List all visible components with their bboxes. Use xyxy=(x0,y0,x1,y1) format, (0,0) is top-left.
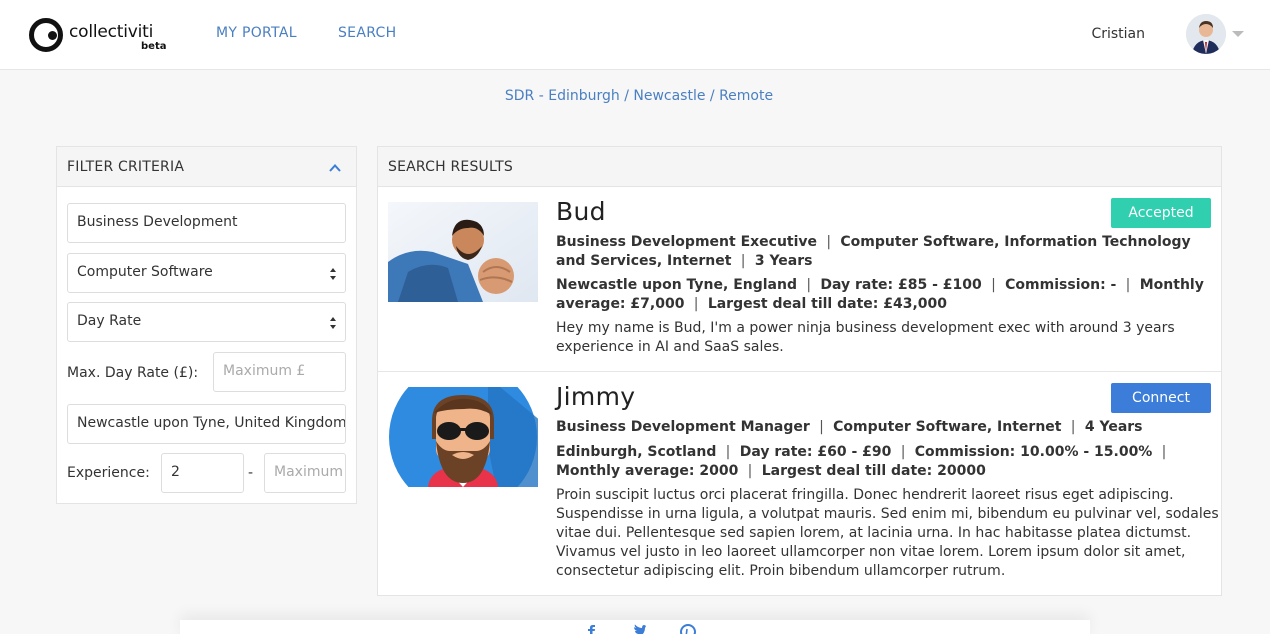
candidate-industries: Computer Software, Internet xyxy=(833,419,1062,435)
job-breadcrumb[interactable]: SDR - Edinburgh / Newcastle / Remote xyxy=(0,88,1270,104)
select-arrows-icon xyxy=(330,268,336,280)
pinterest-icon[interactable] xyxy=(680,624,696,634)
candidate-role-line: Business Development Executive | Compute… xyxy=(556,234,1191,269)
result-card: Jimmy Connect Business Development Manag… xyxy=(378,372,1221,596)
filter-panel-header[interactable]: FILTER CRITERIA xyxy=(57,147,356,187)
candidate-photo[interactable] xyxy=(388,202,538,302)
top-navbar: collectiviti beta MY PORTAL SEARCH Crist… xyxy=(0,0,1270,70)
keyword-input[interactable]: Business Development xyxy=(67,203,346,243)
rate-type-value: Day Rate xyxy=(77,313,142,329)
filter-panel: FILTER CRITERIA Business Development Com… xyxy=(56,146,357,504)
candidate-name[interactable]: Jimmy xyxy=(556,382,635,411)
facebook-icon[interactable] xyxy=(584,624,600,634)
user-name[interactable]: Cristian xyxy=(1091,26,1145,42)
chevron-up-icon[interactable] xyxy=(328,161,342,175)
filter-panel-title: FILTER CRITERIA xyxy=(67,159,185,175)
candidate-details-line: Newcastle upon Tyne, England | Day rate:… xyxy=(556,277,1204,312)
experience-min-input[interactable]: 2 xyxy=(161,453,244,493)
candidate-years: 3 Years xyxy=(754,253,813,269)
candidate-day-rate: Day rate: £85 - £100 xyxy=(820,277,982,293)
nav-search[interactable]: SEARCH xyxy=(338,25,396,41)
location-input[interactable]: Newcastle upon Tyne, United Kingdom xyxy=(67,404,346,444)
candidate-name[interactable]: Bud xyxy=(556,197,606,226)
candidate-commission: Commission: - xyxy=(1005,277,1117,293)
candidate-description: Proin suscipit luctus orci placerat frin… xyxy=(556,487,1219,579)
industry-value: Computer Software xyxy=(77,264,213,280)
experience-separator: - xyxy=(248,465,254,481)
candidate-years: 4 Years xyxy=(1084,419,1143,435)
candidate-title: Business Development Manager xyxy=(556,419,810,435)
experience-label: Experience: xyxy=(67,465,150,481)
experience-min-value: 2 xyxy=(171,464,180,480)
candidate-largest-deal: Largest deal till date: 20000 xyxy=(761,463,986,479)
logo-text: collectiviti xyxy=(69,22,154,42)
search-results-header: SEARCH RESULTS xyxy=(378,147,1221,187)
candidate-day-rate: Day rate: £60 - £90 xyxy=(739,444,892,460)
select-arrows-icon xyxy=(330,317,336,329)
keyword-value: Business Development xyxy=(77,214,238,230)
candidate-photo[interactable] xyxy=(388,387,538,487)
logo-dot-icon xyxy=(48,31,57,40)
experience-max-placeholder: Maximum xyxy=(274,464,343,480)
max-day-rate-placeholder: Maximum £ xyxy=(223,363,306,379)
candidate-largest-deal: Largest deal till date: £43,000 xyxy=(707,296,947,312)
industry-select[interactable]: Computer Software xyxy=(67,253,346,293)
result-card: Bud Accepted Business Development Execut… xyxy=(378,187,1221,372)
candidate-description: Hey my name is Bud, I'm a power ninja bu… xyxy=(556,320,1175,355)
candidate-commission: Commission: 10.00% - 15.00% xyxy=(914,444,1153,460)
max-day-rate-input[interactable]: Maximum £ xyxy=(213,352,346,392)
candidate-location: Newcastle upon Tyne, England xyxy=(556,277,797,293)
accepted-status-button[interactable]: Accepted xyxy=(1111,198,1211,228)
connect-button[interactable]: Connect xyxy=(1111,383,1211,413)
rate-type-select[interactable]: Day Rate xyxy=(67,302,346,342)
logo-ring-icon xyxy=(29,18,63,52)
experience-max-input[interactable]: Maximum xyxy=(264,453,346,493)
search-results-title: SEARCH RESULTS xyxy=(388,159,513,175)
logo-beta-label: beta xyxy=(141,41,167,52)
search-results-panel: SEARCH RESULTS Bud Accepted Business Dev… xyxy=(377,146,1222,596)
max-day-rate-label: Max. Day Rate (£): xyxy=(67,365,199,381)
candidate-title: Business Development Executive xyxy=(556,234,818,250)
user-menu-chevron-down-icon[interactable] xyxy=(1232,31,1244,37)
candidate-details-line: Edinburgh, Scotland | Day rate: £60 - £9… xyxy=(556,444,1171,479)
user-avatar[interactable] xyxy=(1186,14,1226,54)
twitter-icon[interactable] xyxy=(630,624,646,634)
candidate-monthly-average: Monthly average: 2000 xyxy=(556,463,739,479)
location-value: Newcastle upon Tyne, United Kingdom xyxy=(77,415,346,431)
candidate-location: Edinburgh, Scotland xyxy=(556,444,717,460)
collectiviti-logo[interactable]: collectiviti beta xyxy=(29,16,179,56)
nav-my-portal[interactable]: MY PORTAL xyxy=(216,25,297,41)
candidate-role-line: Business Development Manager | Computer … xyxy=(556,419,1143,435)
